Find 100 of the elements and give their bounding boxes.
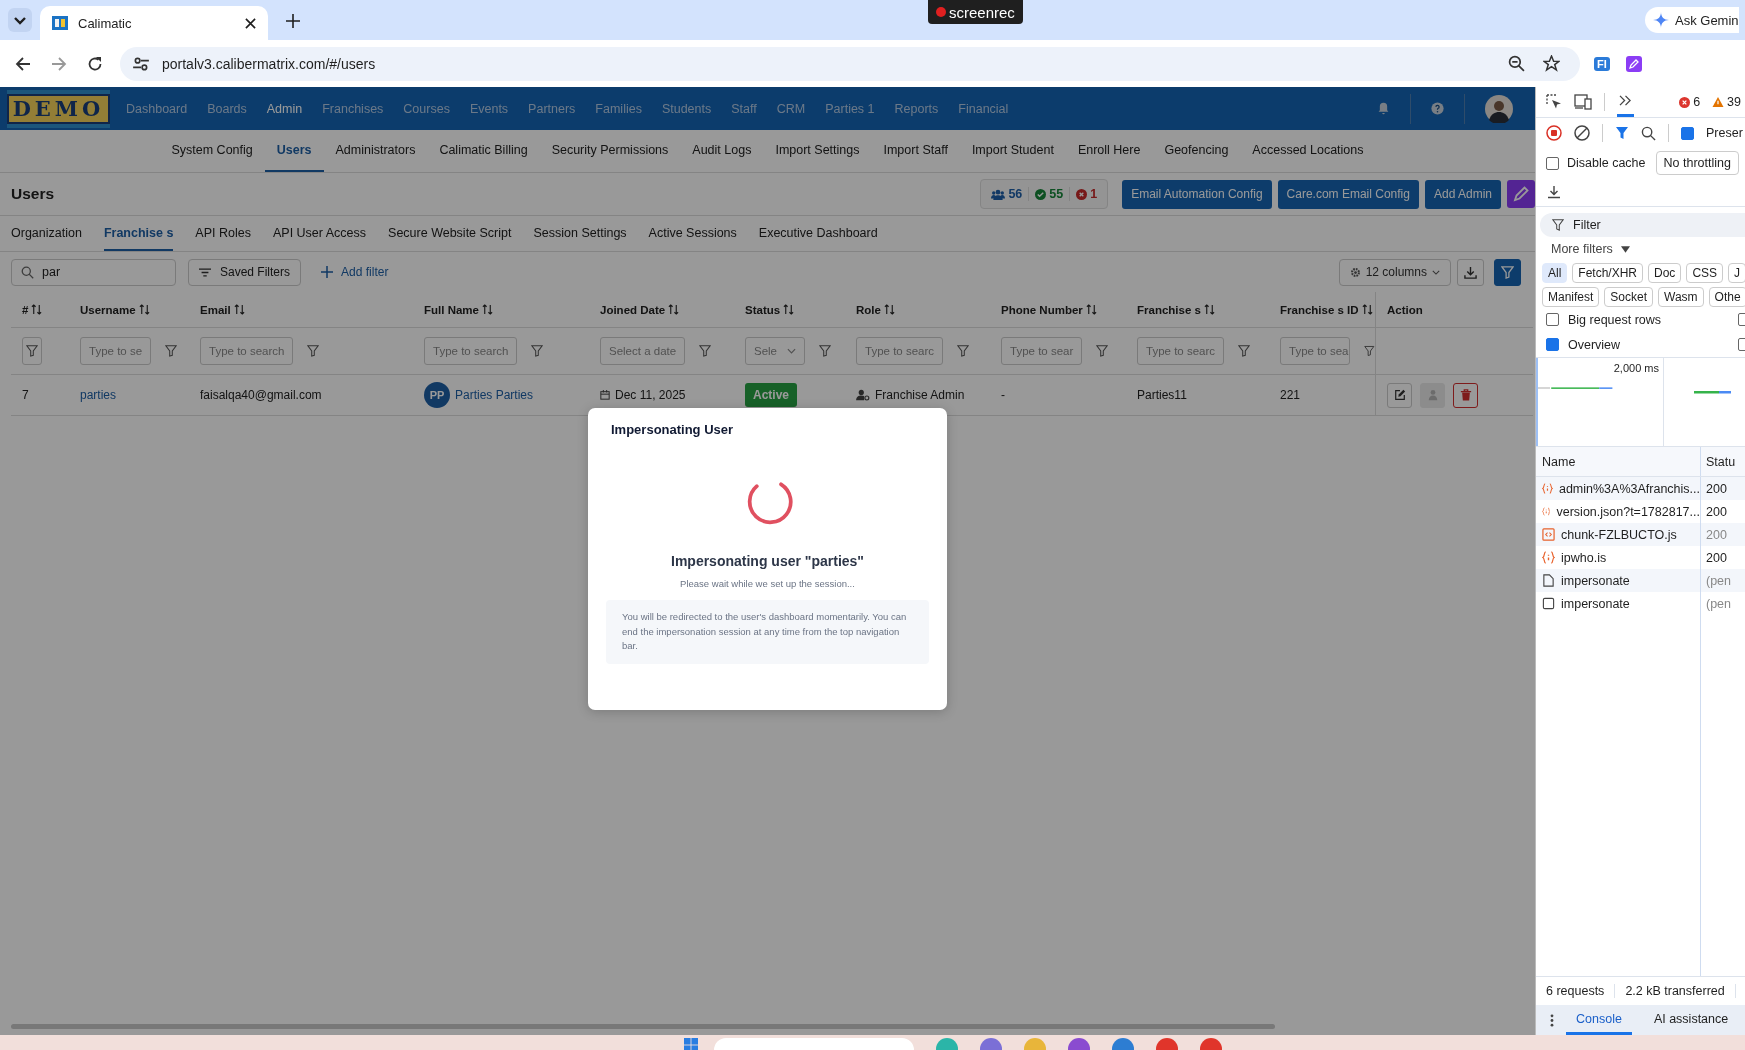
type-filter-chip[interactable]: Manifest [1542, 287, 1600, 307]
sort-icon[interactable] [1085, 304, 1097, 315]
full-name-link[interactable]: Parties Parties [455, 388, 534, 402]
filter-button[interactable] [1494, 258, 1521, 286]
sort-icon[interactable] [31, 304, 43, 315]
filter-icon[interactable] [307, 345, 320, 357]
column-header[interactable]: Action [1387, 303, 1423, 316]
column-header[interactable]: Statu [1701, 454, 1741, 469]
request-name[interactable]: impersonate [1561, 596, 1630, 611]
scrollbar[interactable] [11, 1024, 1275, 1029]
subnav-tab[interactable]: Security Permissions [539, 130, 681, 172]
filter-icon[interactable] [957, 345, 970, 357]
type-filter-chip[interactable]: Othe [1708, 287, 1745, 307]
download-icon[interactable] [1547, 185, 1561, 199]
column-header[interactable]: # [22, 303, 29, 316]
sort-icon[interactable] [668, 304, 680, 315]
column-header[interactable]: Franchise s ID [1280, 303, 1359, 316]
page-tab[interactable]: API User Access [272, 216, 367, 251]
forward-icon[interactable] [51, 55, 67, 72]
subnav-tab[interactable]: Audit Logs [680, 130, 764, 172]
subnav-tab[interactable]: Import Settings [763, 130, 872, 172]
pen-icon[interactable] [1507, 180, 1535, 208]
option-checkbox[interactable] [1546, 338, 1559, 351]
column-header[interactable]: Franchise s [1137, 303, 1201, 316]
filter-icon[interactable] [531, 345, 544, 357]
subnav-tab[interactable]: Import Student [959, 130, 1066, 172]
sort-icon[interactable] [1361, 304, 1373, 315]
bell-icon[interactable] [1377, 102, 1390, 115]
page-tab[interactable]: Executive Dashboard [758, 216, 878, 251]
sort-icon[interactable] [138, 304, 150, 315]
page-tab[interactable]: Secure Website Script [388, 216, 512, 251]
page-tab[interactable]: Session Settings [533, 216, 627, 251]
subnav-tab[interactable]: Calimatic Billing [427, 130, 540, 172]
type-filter-chip[interactable]: Doc [1648, 263, 1682, 283]
page-tab[interactable]: API Roles [195, 216, 251, 251]
star-icon[interactable] [1543, 55, 1560, 72]
subnav-tab[interactable]: Users [264, 130, 324, 172]
subnav-tab[interactable]: Import Staff [871, 130, 960, 172]
tab-list-icon[interactable] [8, 8, 32, 32]
zoom-icon[interactable] [1508, 55, 1525, 72]
column-header[interactable]: Name [1536, 447, 1701, 476]
new-tab-icon[interactable] [286, 14, 300, 28]
add-filter-link[interactable]: Add filter [321, 265, 389, 279]
subnav-tab[interactable]: Administrators [323, 130, 428, 172]
filter-icon[interactable] [1364, 345, 1375, 357]
sort-icon[interactable] [783, 304, 795, 315]
delete-button[interactable] [1453, 382, 1478, 408]
request-name[interactable]: admin%3A%3Afranchis... [1558, 481, 1700, 496]
more-filters-dropdown[interactable]: More filters [1536, 237, 1745, 261]
back-icon[interactable] [15, 55, 31, 72]
page-tab[interactable]: Organization [11, 216, 82, 251]
column-header[interactable]: Joined Date [600, 303, 666, 316]
extension-icon[interactable]: FI [1594, 56, 1610, 71]
request-name[interactable]: version.json?t=1782817... [1556, 504, 1700, 519]
filter-icon[interactable] [819, 345, 832, 357]
username-link[interactable]: parties [80, 388, 117, 402]
page-tab[interactable]: Active Sessions [648, 216, 737, 251]
search-icon[interactable] [1641, 125, 1656, 141]
action-button[interactable]: Care.com Email Config [1277, 179, 1419, 209]
help-icon[interactable] [1431, 102, 1444, 115]
saved-filters-button[interactable]: Saved Filters [188, 258, 302, 286]
request-name[interactable]: chunk-FZLBUCTO.js [1561, 527, 1677, 542]
type-filter-chip[interactable]: Socket [1604, 287, 1654, 307]
action-button[interactable]: Add Admin [1424, 179, 1501, 209]
column-header[interactable]: Role [856, 303, 881, 316]
page-tab[interactable]: Franchise s [103, 216, 174, 251]
error-count[interactable]: 6 [1693, 95, 1701, 109]
edit-button[interactable] [1387, 382, 1412, 408]
type-filter-chip[interactable]: All [1542, 263, 1568, 283]
search-field[interactable]: par [11, 258, 176, 286]
type-filter-chip[interactable]: J [1728, 263, 1745, 283]
subnav-tab[interactable]: Enroll Here [1065, 130, 1153, 172]
filter-icon[interactable] [165, 345, 178, 357]
browser-tab[interactable]: Calimatic [40, 6, 268, 40]
device-icon[interactable] [1574, 94, 1592, 110]
columns-dropdown[interactable]: 12 columns [1338, 258, 1451, 286]
subnav-tab[interactable]: Geofencing [1152, 130, 1241, 172]
clear-icon[interactable] [1574, 125, 1590, 141]
filter-field[interactable]: Filter [1540, 213, 1745, 237]
option-checkbox[interactable] [1546, 313, 1559, 326]
filter-icon[interactable] [1096, 345, 1109, 357]
column-header[interactable]: Username [80, 303, 136, 316]
sort-icon[interactable] [481, 304, 493, 315]
disable-cache-checkbox[interactable] [1546, 156, 1559, 170]
filter-icon[interactable] [699, 345, 712, 357]
stop-record-icon[interactable] [1546, 125, 1562, 141]
action-button[interactable]: Email Automation Config [1122, 179, 1272, 209]
drawer-tab[interactable]: AI assistance [1643, 1005, 1739, 1035]
throttling-dropdown[interactable]: No throttling [1655, 151, 1739, 175]
column-header[interactable]: Phone Number [1001, 303, 1083, 316]
warning-count[interactable]: 39 [1727, 95, 1741, 109]
inspect-icon[interactable] [1546, 94, 1562, 110]
windows-icon[interactable] [682, 1038, 700, 1050]
filter-icon[interactable] [1238, 345, 1251, 357]
close-icon[interactable] [245, 17, 256, 29]
request-name[interactable]: impersonate [1561, 573, 1630, 588]
type-filter-chip[interactable]: Fetch/XHR [1572, 263, 1644, 283]
nav-link[interactable]: Admin [266, 101, 303, 116]
more-options-icon[interactable] [1550, 1013, 1554, 1027]
download-button[interactable] [1457, 258, 1484, 286]
